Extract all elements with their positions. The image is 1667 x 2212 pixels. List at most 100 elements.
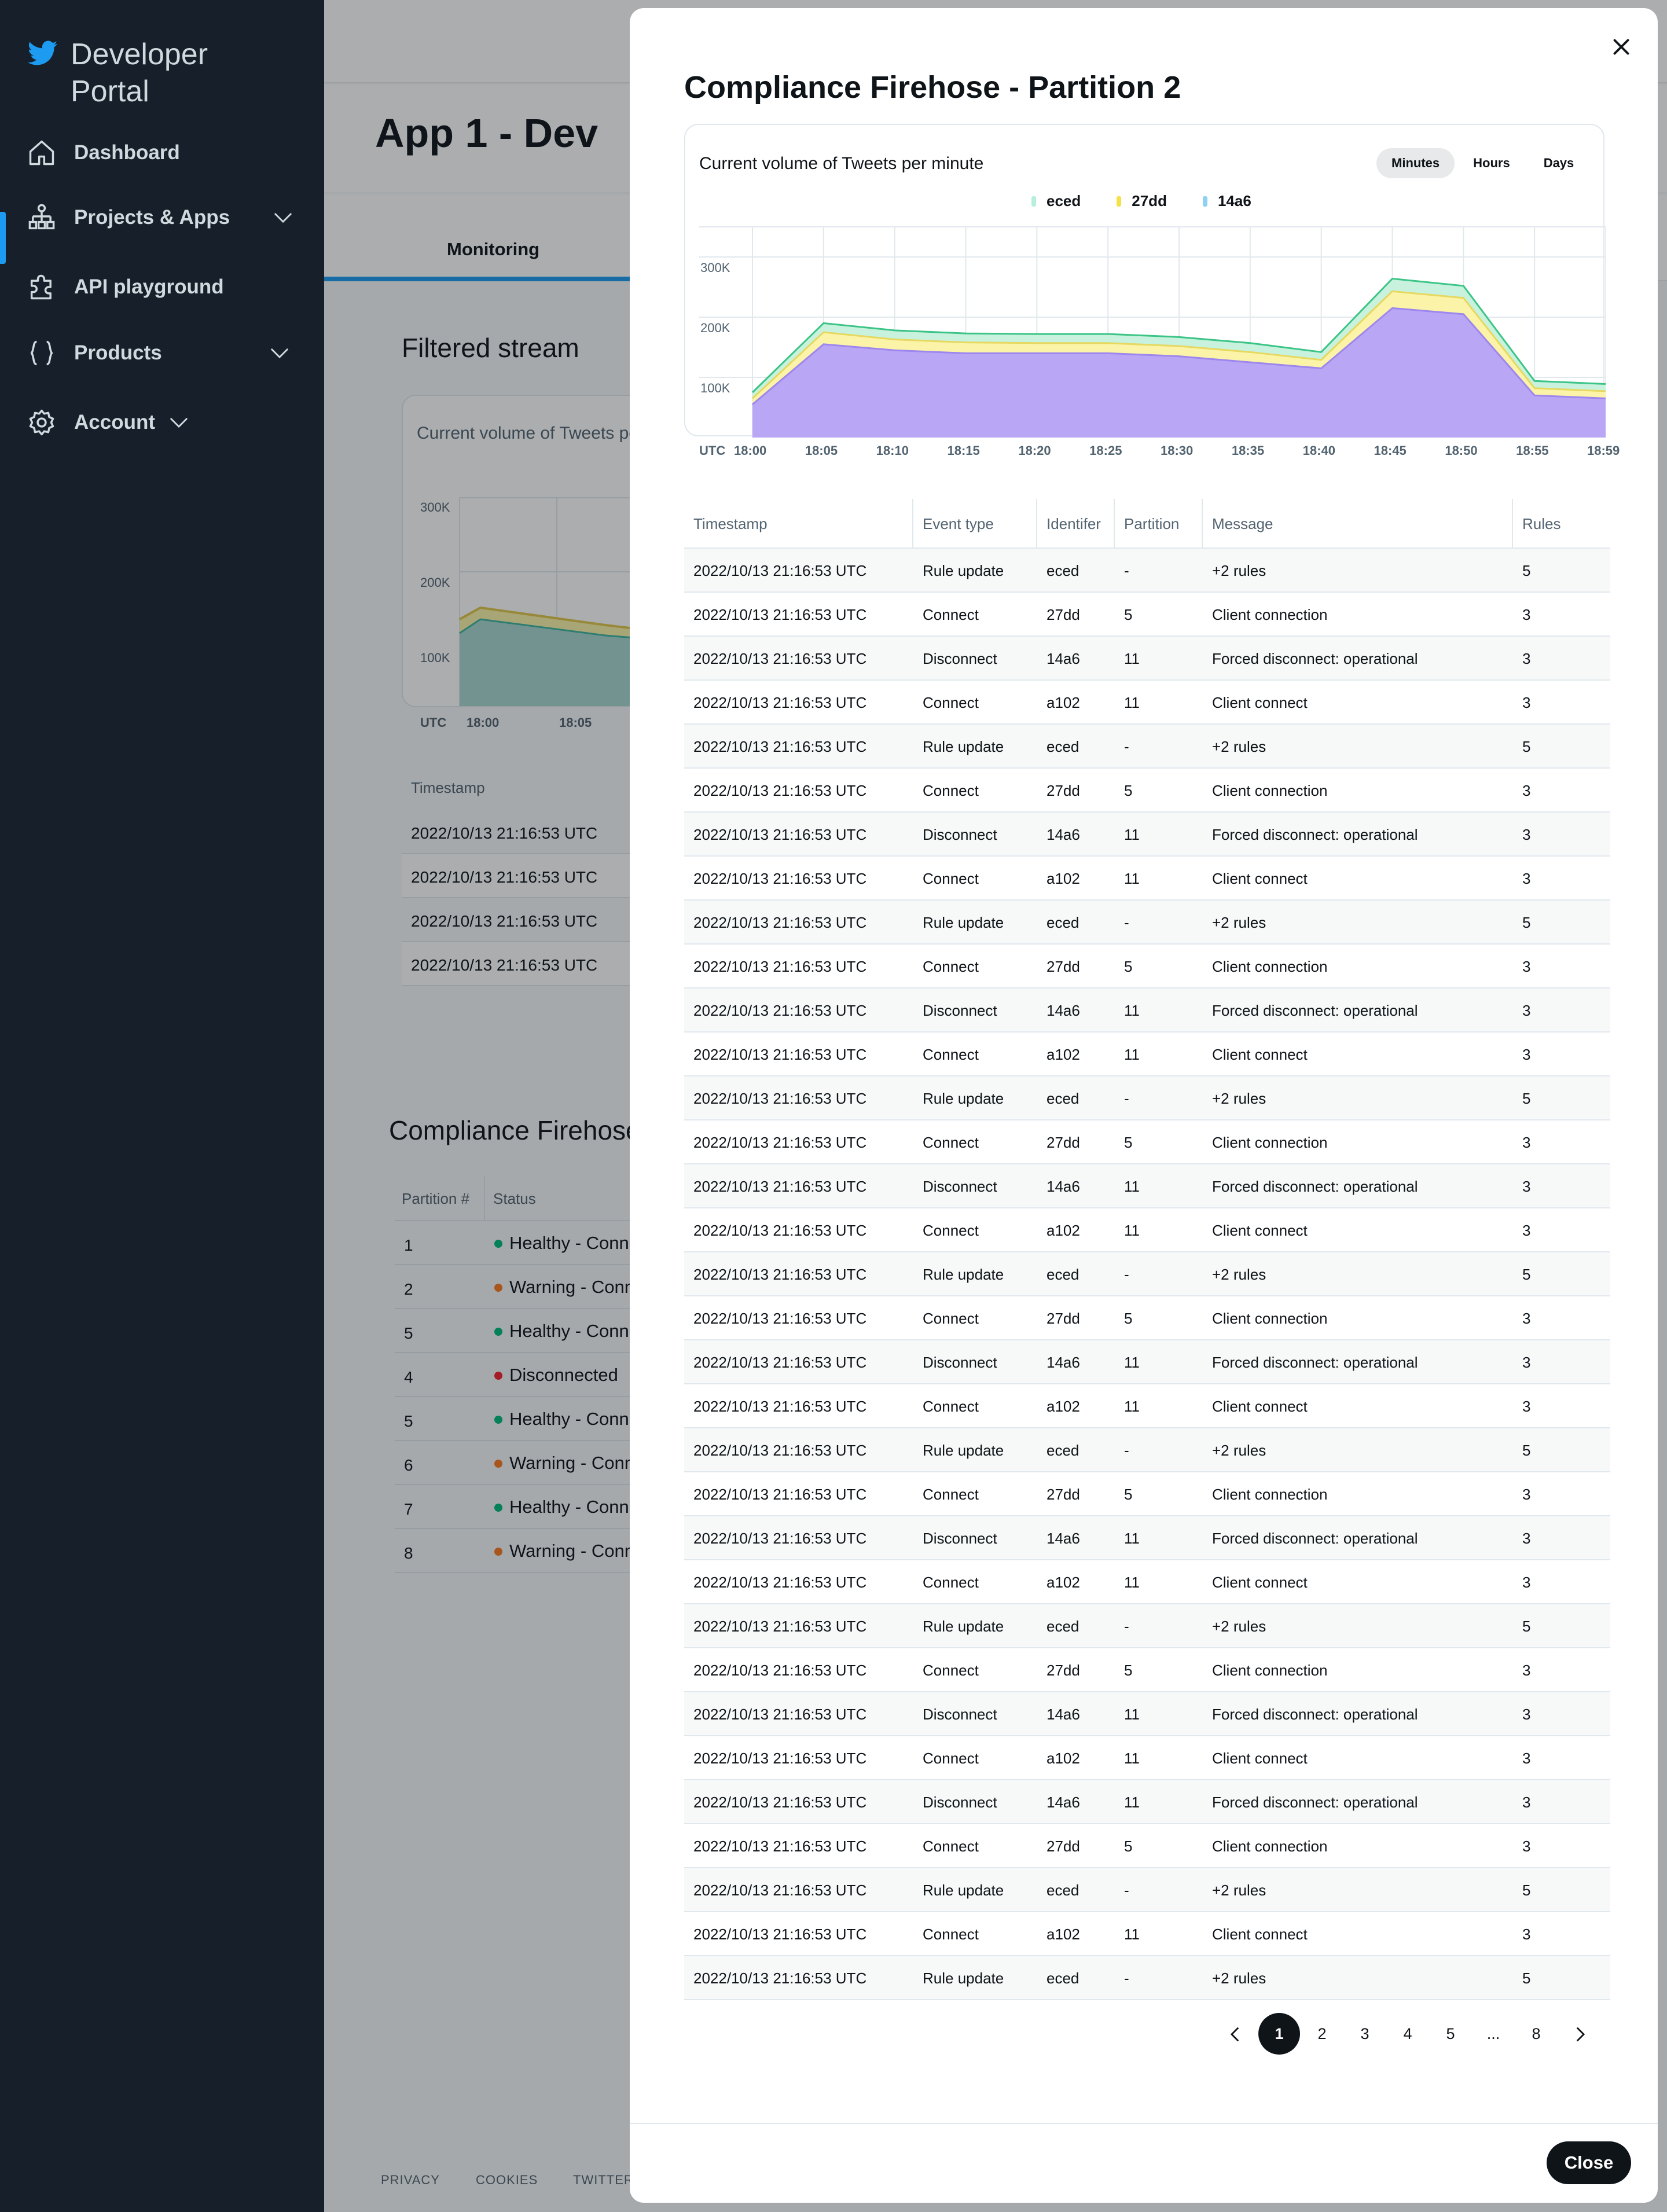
table-header: Timestamp Event type Identifer Partition Mes… [684, 499, 1610, 549]
table-cell: Rule update [923, 1441, 1004, 1459]
table-cell: Connect [923, 1309, 979, 1327]
table-row[interactable]: 2022/10/13 21:16:53 UTC Rule update eced - +… [684, 1076, 1610, 1120]
table-cell: 2022/10/13 21:16:53 UTC [693, 649, 867, 667]
table-cell: - [1124, 1441, 1129, 1459]
table-cell: 2022/10/13 21:16:53 UTC [693, 1441, 867, 1459]
table-body: 2022/10/13 21:16:53 UTC Rule update eced - +… [684, 549, 1610, 2000]
chevron-down-icon[interactable] [270, 347, 289, 359]
column-header[interactable]: Event type [913, 499, 1037, 549]
table-row[interactable]: 2022/10/13 21:16:53 UTC Connect a102 11 Clie… [684, 1560, 1610, 1604]
table-cell: 27dd [1047, 957, 1080, 975]
table-cell: 11 [1124, 1529, 1140, 1547]
column-header[interactable]: Timestamp [684, 499, 913, 549]
table-cell: 3 [1522, 781, 1531, 799]
table-row[interactable]: 2022/10/13 21:16:53 UTC Connect a102 11 Clie… [684, 1208, 1610, 1252]
table-row[interactable]: 2022/10/13 21:16:53 UTC Disconnect 14a6 11 F… [684, 637, 1610, 681]
table-row[interactable]: 2022/10/13 21:16:53 UTC Rule update eced - +… [684, 1428, 1610, 1472]
close-button[interactable]: Close [1547, 2141, 1631, 2184]
table-row[interactable]: 2022/10/13 21:16:53 UTC Disconnect 14a6 11 F… [684, 1340, 1610, 1384]
table-row[interactable]: 2022/10/13 21:16:53 UTC Connect a102 11 Clie… [684, 1736, 1610, 1780]
table-row[interactable]: 2022/10/13 21:16:53 UTC Disconnect 14a6 11 F… [684, 1692, 1610, 1736]
table-row[interactable]: 2022/10/13 21:16:53 UTC Disconnect 14a6 11 F… [684, 1164, 1610, 1208]
pagination-ellipsis: ... [1486, 2024, 1500, 2042]
table-row[interactable]: 2022/10/13 21:16:53 UTC Connect 27dd 5 Clien… [684, 1648, 1610, 1692]
table-cell: 2022/10/13 21:16:53 UTC [693, 693, 867, 711]
table-cell: 5 [1522, 561, 1531, 579]
table-cell: 11 [1124, 1705, 1140, 1723]
table-cell: Connect [923, 1133, 979, 1151]
table-cell: Connect [923, 1661, 979, 1679]
page-2-button[interactable]: 2 [1301, 2013, 1343, 2055]
column-header[interactable]: Rules [1513, 499, 1610, 549]
table-cell: eced [1047, 1969, 1079, 1987]
table-cell: 2022/10/13 21:16:53 UTC [693, 1397, 867, 1415]
table-row[interactable]: 2022/10/13 21:16:53 UTC Connect a102 11 Clie… [684, 857, 1610, 901]
table-cell: 3 [1522, 1925, 1531, 1943]
chevron-down-icon[interactable] [169, 416, 189, 429]
sidebar-item-projects-apps[interactable]: Projects & Apps [0, 189, 324, 247]
brand[interactable]: Developer Portal [28, 36, 208, 110]
table-row[interactable]: 2022/10/13 21:16:53 UTC Connect 27dd 5 Clien… [684, 1296, 1610, 1340]
table-row[interactable]: 2022/10/13 21:16:53 UTC Connect 27dd 5 Clien… [684, 593, 1610, 637]
page-1-button[interactable]: 1 [1258, 2013, 1300, 2055]
table-cell: 3 [1522, 1749, 1531, 1767]
table-row[interactable]: 2022/10/13 21:16:53 UTC Rule update eced - +… [684, 1604, 1610, 1648]
table-row[interactable]: 2022/10/13 21:16:53 UTC Connect 27dd 5 Clien… [684, 1120, 1610, 1164]
table-cell: +2 rules [1212, 561, 1266, 579]
table-row[interactable]: 2022/10/13 21:16:53 UTC Connect 27dd 5 Clien… [684, 1824, 1610, 1868]
table-cell: 11 [1124, 1353, 1140, 1371]
table-row[interactable]: 2022/10/13 21:16:53 UTC Disconnect 14a6 11 F… [684, 989, 1610, 1032]
page-5-button[interactable]: 5 [1430, 2013, 1471, 2055]
column-header[interactable]: Message [1203, 499, 1513, 549]
column-header[interactable]: Identifer [1037, 499, 1115, 549]
table-cell: 3 [1522, 957, 1531, 975]
sidebar-item-api-playground[interactable]: API playground [0, 258, 324, 316]
table-row[interactable]: 2022/10/13 21:16:53 UTC Rule update eced - +… [684, 1868, 1610, 1912]
table-cell: Connect [923, 869, 979, 887]
page-3-button[interactable]: 3 [1344, 2013, 1386, 2055]
column-header[interactable]: Partition [1115, 499, 1203, 549]
chevron-down-icon[interactable] [273, 211, 293, 224]
chevron-right-icon[interactable] [1570, 2024, 1589, 2044]
table-row[interactable]: 2022/10/13 21:16:53 UTC Connect a102 11 Clie… [684, 1384, 1610, 1428]
table-cell: 3 [1522, 1485, 1531, 1503]
table-cell: 3 [1522, 693, 1531, 711]
table-row[interactable]: 2022/10/13 21:16:53 UTC Rule update eced - +… [684, 725, 1610, 769]
table-row[interactable]: 2022/10/13 21:16:53 UTC Connect 27dd 5 Clien… [684, 769, 1610, 813]
sidebar-item-dashboard[interactable]: Dashboard [0, 124, 324, 182]
table-cell: a102 [1047, 1749, 1080, 1767]
table-cell: 2022/10/13 21:16:53 UTC [693, 1221, 867, 1239]
chevron-left-icon[interactable] [1226, 2024, 1246, 2044]
table-cell: Rule update [923, 1881, 1004, 1899]
table-cell: Disconnect [923, 1001, 997, 1019]
table-cell: +2 rules [1212, 1089, 1266, 1107]
sidebar-item-label: Products [74, 341, 162, 364]
table-cell: eced [1047, 1881, 1079, 1899]
table-row[interactable]: 2022/10/13 21:16:53 UTC Disconnect 14a6 11 F… [684, 1780, 1610, 1824]
table-row[interactable]: 2022/10/13 21:16:53 UTC Rule update eced - +… [684, 1252, 1610, 1296]
sidebar-item-products[interactable]: Products [0, 324, 324, 382]
table-row[interactable]: 2022/10/13 21:16:53 UTC Rule update eced - +… [684, 901, 1610, 945]
table-row[interactable]: 2022/10/13 21:16:53 UTC Connect a102 11 Clie… [684, 1912, 1610, 1956]
sidebar-item-account[interactable]: Account [0, 394, 324, 451]
page-4-button[interactable]: 4 [1387, 2013, 1429, 2055]
x-tick-label: 18:55 [1516, 443, 1549, 458]
table-cell: 2022/10/13 21:16:53 UTC [693, 737, 867, 755]
table-row[interactable]: 2022/10/13 21:16:53 UTC Connect a102 11 Clie… [684, 681, 1610, 725]
brand-text: Developer Portal [71, 36, 208, 110]
table-cell: Client connect [1212, 1749, 1308, 1767]
page-8-button[interactable]: 8 [1515, 2013, 1557, 2055]
table-row[interactable]: 2022/10/13 21:16:53 UTC Disconnect 14a6 11 F… [684, 1516, 1610, 1560]
table-row[interactable]: 2022/10/13 21:16:53 UTC Connect a102 11 Clie… [684, 1032, 1610, 1076]
close-icon[interactable] [1608, 34, 1635, 60]
table-row[interactable]: 2022/10/13 21:16:53 UTC Disconnect 14a6 11 F… [684, 813, 1610, 857]
table-cell: +2 rules [1212, 737, 1266, 755]
table-row[interactable]: 2022/10/13 21:16:53 UTC Rule update eced - +… [684, 1956, 1610, 2000]
table-row[interactable]: 2022/10/13 21:16:53 UTC Connect 27dd 5 Clien… [684, 945, 1610, 989]
table-cell: 5 [1124, 781, 1133, 799]
table-cell: Client connection [1212, 1133, 1328, 1151]
table-cell: 11 [1124, 1397, 1140, 1415]
table-cell: a102 [1047, 1573, 1080, 1591]
table-row[interactable]: 2022/10/13 21:16:53 UTC Connect 27dd 5 Clien… [684, 1472, 1610, 1516]
table-row[interactable]: 2022/10/13 21:16:53 UTC Rule update eced - +… [684, 549, 1610, 593]
